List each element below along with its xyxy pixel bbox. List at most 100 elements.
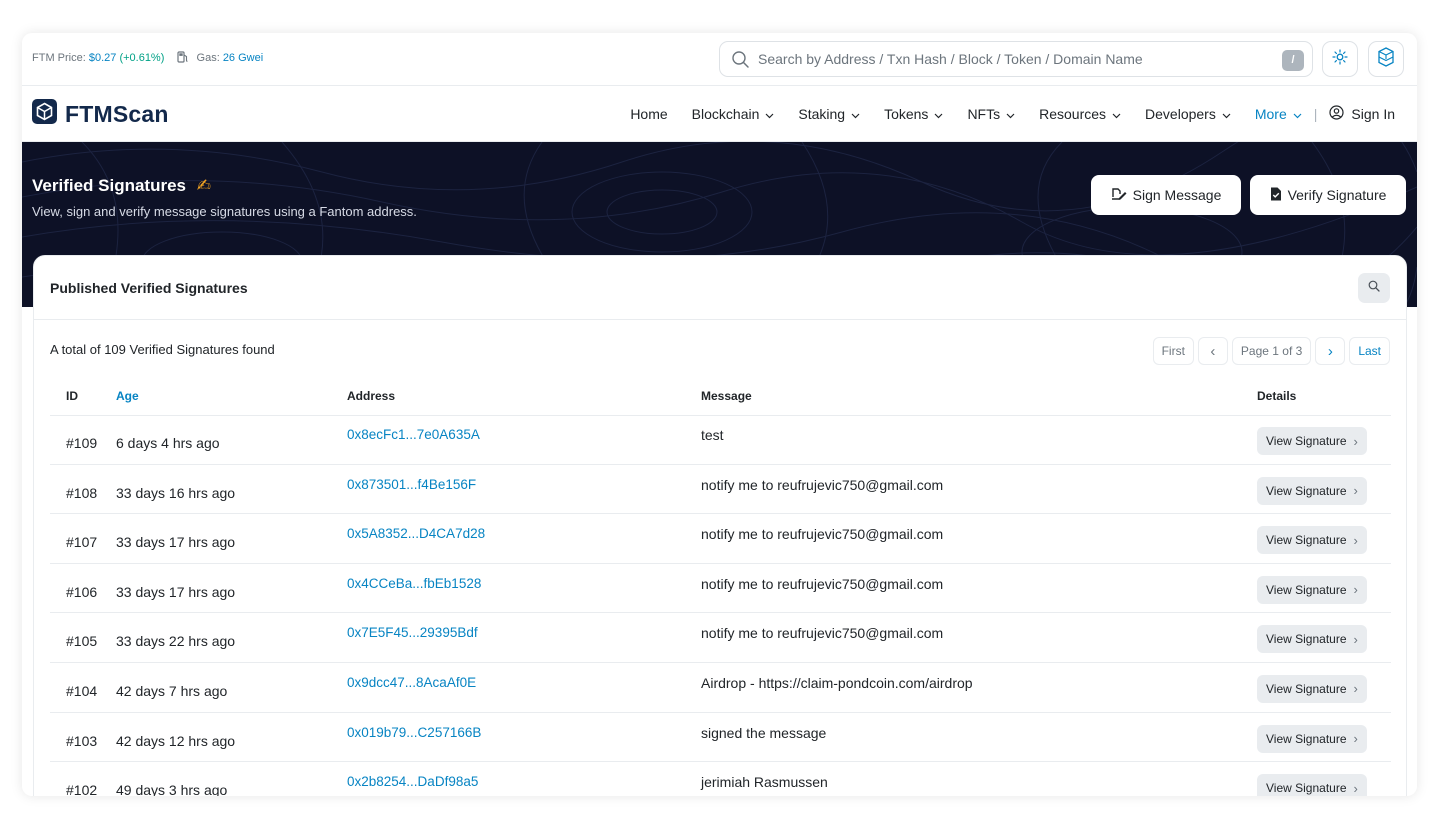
search-icon [1368, 279, 1380, 297]
row-message: notify me to reufrujevic750@gmail.com [701, 476, 944, 493]
row-address-link[interactable]: 0x7E5F45...29395Bdf [347, 625, 478, 640]
view-signature-button[interactable]: View Signature › [1257, 774, 1367, 796]
row-address-link[interactable]: 0x9dcc47...8AcaAf0E [347, 675, 476, 690]
nav-staking-label: Staking [798, 106, 846, 122]
row-id: #105 [66, 633, 98, 650]
search-bar[interactable]: Search by Address / Txn Hash / Block / T… [719, 41, 1313, 77]
nav-developers-label: Developers [1145, 106, 1216, 122]
nav-nfts-label: NFTs [967, 106, 1001, 122]
top-bar: FTM Price: $0.27 (+0.61%) Gas: 26 Gwei S… [22, 33, 1417, 86]
row-age: 49 days 3 hrs ago [116, 782, 228, 796]
signatures-table-body: #109 6 days 4 hrs ago 0x8ecFc1...7e0A635… [50, 415, 1391, 796]
chevron-down-icon [1293, 106, 1302, 122]
row-age: 42 days 7 hrs ago [116, 682, 228, 699]
nav-tokens-label: Tokens [884, 106, 929, 122]
nav-blockchain[interactable]: Blockchain [692, 106, 775, 122]
theme-toggle-button[interactable] [1322, 41, 1358, 77]
nav-home-label: Home [630, 106, 668, 122]
row-address-link[interactable]: 0x8ecFc1...7e0A635A [347, 427, 480, 442]
nav-staking[interactable]: Staking [798, 106, 860, 122]
row-age: 33 days 22 hrs ago [116, 633, 236, 650]
row-id: #106 [66, 583, 98, 600]
sign-in-link[interactable]: Sign In [1329, 105, 1395, 123]
chevron-down-icon [851, 106, 860, 122]
chevron-right-icon: › [1353, 631, 1358, 647]
fantom-cube-icon [32, 99, 57, 129]
view-signature-button[interactable]: View Signature › [1257, 427, 1367, 455]
row-id: #104 [66, 682, 98, 699]
nav-nfts[interactable]: NFTs [967, 106, 1015, 122]
nav-home[interactable]: Home [630, 106, 667, 122]
view-signature-label: View Signature [1266, 632, 1347, 647]
chevron-right-icon: › [1353, 532, 1358, 548]
row-message: notify me to reufrujevic750@gmail.com [701, 625, 944, 642]
ftm-price-info: FTM Price: $0.27 (+0.61%) Gas: 26 Gwei [32, 51, 263, 66]
view-signature-button[interactable]: View Signature › [1257, 625, 1367, 654]
row-address-link[interactable]: 0x4CCeBa...fbEb1528 [347, 576, 481, 591]
card-search-button[interactable] [1358, 273, 1390, 303]
search-input[interactable]: Search by Address / Txn Hash / Block / T… [758, 51, 1143, 67]
row-address-link[interactable]: 0x019b79...C257166B [347, 725, 481, 740]
row-id: #103 [66, 732, 98, 749]
view-signature-label: View Signature [1266, 582, 1347, 597]
view-signature-button[interactable]: View Signature › [1257, 724, 1367, 753]
logo-text: FTMScan [65, 100, 169, 127]
next-page-button[interactable]: › [1315, 337, 1346, 365]
chevron-down-icon [934, 106, 943, 122]
verify-signature-label: Verify Signature [1287, 187, 1387, 203]
table-row: #108 33 days 16 hrs ago 0x873501...f4Be1… [50, 465, 1391, 515]
nav-menu: Home Blockchain Staking Tokens NFTs Reso… [630, 105, 1395, 123]
nav-more-label: More [1254, 106, 1287, 122]
row-address-link[interactable]: 0x873501...f4Be156F [347, 477, 476, 492]
page-card: FTM Price: $0.27 (+0.61%) Gas: 26 Gwei S… [22, 33, 1417, 796]
chevron-down-icon [1222, 106, 1231, 122]
ftmscan-logo[interactable]: FTMScan [32, 99, 169, 129]
view-signature-label: View Signature [1266, 483, 1347, 498]
table-row: #103 42 days 12 hrs ago 0x019b79...C2571… [50, 713, 1391, 763]
card-title: Published Verified Signatures [50, 280, 248, 296]
nav-more[interactable]: More [1255, 106, 1302, 122]
gas-value-link[interactable]: 26 Gwei [223, 52, 263, 64]
page-info: Page 1 of 3 [1231, 337, 1312, 365]
nav-resources[interactable]: Resources [1039, 106, 1121, 122]
view-signature-button[interactable]: View Signature › [1257, 476, 1367, 505]
nav-blockchain-label: Blockchain [691, 106, 760, 122]
pagination: First ‹ Page 1 of 3 › Last [1149, 337, 1390, 365]
column-header-details: Details [1257, 389, 1297, 403]
view-signature-button[interactable]: View Signature › [1257, 575, 1367, 604]
price-label: FTM Price: [32, 52, 86, 64]
column-header-age[interactable]: Age [116, 389, 139, 403]
verify-signature-button[interactable]: Verify Signature [1250, 175, 1406, 215]
prev-page-button[interactable]: ‹ [1197, 337, 1228, 365]
view-signature-label: View Signature [1266, 681, 1347, 696]
row-id: #109 [66, 435, 98, 451]
chevron-down-icon [1006, 106, 1015, 122]
search-shortcut-key: / [1282, 50, 1304, 71]
row-message: jerimiah Rasmussen [701, 774, 828, 791]
nav-developers[interactable]: Developers [1145, 106, 1231, 122]
gas-pump-icon [177, 51, 189, 66]
view-signature-label: View Signature [1266, 434, 1347, 448]
view-signature-button[interactable]: View Signature › [1257, 526, 1367, 555]
page-title-text: Verified Signatures [32, 176, 186, 195]
row-message: Airdrop - https://claim-pondcoin.com/air… [701, 674, 973, 691]
view-signature-button[interactable]: View Signature › [1257, 674, 1367, 703]
row-address-link[interactable]: 0x2b8254...DaDf98a5 [347, 774, 478, 789]
chevron-right-icon: › [1353, 681, 1358, 697]
sign-message-button[interactable]: Sign Message [1091, 175, 1241, 215]
price-change: (+0.61%) [119, 52, 165, 64]
sun-icon [1332, 48, 1348, 70]
row-message: signed the message [701, 724, 827, 741]
last-page-button[interactable]: Last [1349, 337, 1390, 365]
sign-message-label: Sign Message [1132, 187, 1222, 203]
row-age: 33 days 16 hrs ago [116, 484, 236, 501]
row-message: notify me to reufrujevic750@gmail.com [701, 526, 944, 543]
file-check-icon [1270, 187, 1288, 204]
price-value-link[interactable]: $0.27 [89, 52, 117, 64]
network-switch-button[interactable] [1368, 41, 1404, 77]
row-address-link[interactable]: 0x5A8352...D4CA7d28 [347, 526, 485, 541]
main-navbar: FTMScan Home Blockchain Staking Tokens N… [22, 87, 1417, 142]
first-page-button[interactable]: First [1152, 337, 1194, 365]
nav-tokens[interactable]: Tokens [884, 106, 943, 122]
page-subtitle: View, sign and verify message signatures… [32, 204, 417, 219]
